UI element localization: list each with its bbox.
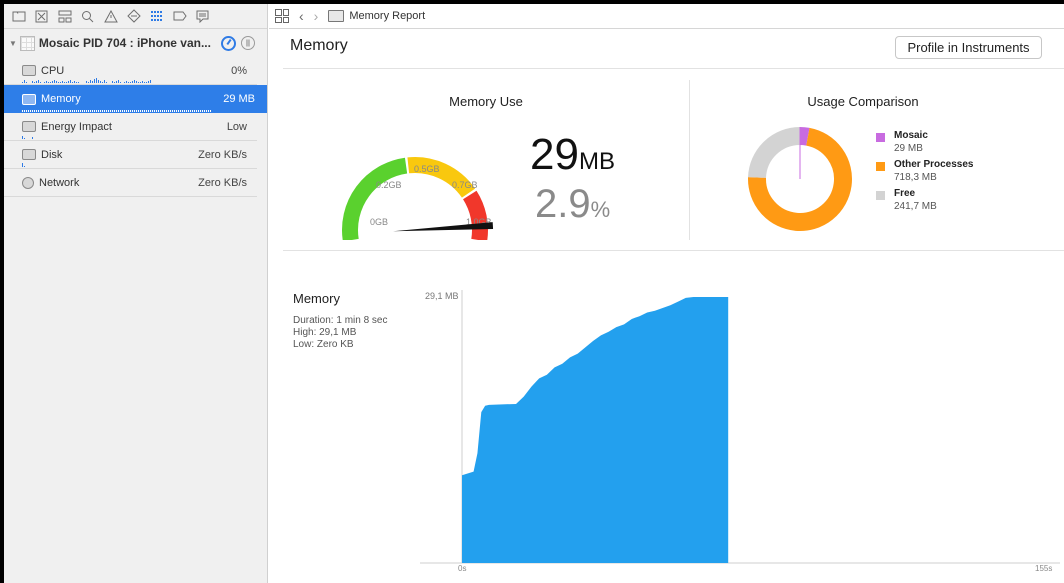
memory-use-title: Memory Use	[449, 94, 523, 109]
legend-swatch	[876, 191, 885, 200]
memory-percent: 2.9%	[535, 182, 610, 227]
report-icon[interactable]	[194, 8, 211, 25]
memory-area-chart	[420, 290, 1060, 564]
memory-chart-title: Memory	[293, 291, 340, 306]
energy-sparkline	[22, 133, 33, 139]
jump-bar: ‹ › Memory Report	[269, 4, 1064, 29]
gauge-label: Memory	[41, 93, 81, 105]
search-icon[interactable]	[79, 8, 96, 25]
legend-name: Free	[894, 188, 916, 199]
divider	[283, 68, 1064, 69]
usage-donut-chart	[748, 127, 852, 231]
gauge-value: Zero KB/s	[198, 148, 247, 161]
legend-swatch	[876, 133, 885, 142]
legend-item: Other Processes 718,3 MB	[876, 159, 974, 183]
legend-swatch	[876, 162, 885, 171]
breadcrumb[interactable]: Memory Report	[349, 10, 425, 22]
gauge-tick-label: 0GB	[370, 217, 388, 227]
globe-icon	[22, 176, 34, 189]
gauge-network[interactable]: Network Zero KB/s	[4, 169, 257, 197]
usage-comparison-title: Usage Comparison	[807, 94, 919, 109]
folder-icon[interactable]	[10, 8, 27, 25]
back-arrow-icon[interactable]: ‹	[299, 8, 304, 24]
gauge-tick-label: 0.2GB	[376, 180, 402, 190]
memory-gauge: 0GB 0.2GB 0.5GB 0.7GB 1.0GB	[342, 157, 494, 240]
breakpoint-icon[interactable]	[171, 8, 188, 25]
gauge-value: Zero KB/s	[198, 176, 247, 189]
memory-series-area	[462, 297, 729, 563]
divider	[689, 80, 690, 240]
memory-percent-number: 2.9	[535, 182, 591, 226]
legend-name: Other Processes	[894, 159, 974, 170]
high-text: High: 29,1 MB	[293, 327, 357, 338]
gauge-label: Network	[39, 176, 80, 189]
debug-navigator: ▼ Mosaic PID 704 : iPhone van... || CPU …	[4, 4, 268, 583]
memory-percent-unit: %	[590, 197, 611, 222]
navigator-toolbar	[4, 4, 267, 29]
memory-value: 29MB	[530, 130, 615, 180]
gauge-disk[interactable]: Disk Zero KB/s	[4, 141, 257, 169]
related-items-icon[interactable]	[275, 9, 289, 23]
gauge-tick-label: 0.7GB	[452, 180, 478, 190]
gauge-tick-label: 0.5GB	[414, 164, 440, 174]
pause-icon[interactable]: ||	[240, 36, 255, 50]
legend-name: Mosaic	[894, 130, 928, 141]
gauge-arc-green	[342, 157, 408, 240]
memory-value-number: 29	[530, 130, 579, 179]
donut-slice-mosaic	[799, 127, 810, 146]
legend-value: 29 MB	[894, 143, 923, 154]
legend-item: Mosaic 29 MB	[876, 130, 974, 154]
gauge-value: 29 MB	[223, 93, 255, 105]
gauge-label: Energy Impact	[41, 120, 112, 133]
disk-sparkline	[22, 161, 25, 167]
report-folder-icon	[328, 10, 345, 22]
process-name: Mosaic PID 704 : iPhone van...	[38, 36, 211, 50]
process-row[interactable]: ▼ Mosaic PID 704 : iPhone van... ||	[4, 29, 267, 57]
donut-slice-free	[748, 127, 801, 179]
gauge-cpu[interactable]: CPU 0%	[4, 57, 257, 85]
source-control-icon[interactable]	[33, 8, 50, 25]
profile-in-instruments-button[interactable]: Profile in Instruments	[895, 36, 1042, 59]
symbol-icon[interactable]	[56, 8, 73, 25]
usage-legend: Mosaic 29 MB Other Processes 718,3 MB Free…	[876, 130, 974, 217]
test-icon[interactable]	[125, 8, 142, 25]
cpu-sparkline	[22, 77, 151, 83]
gauge-value: 0%	[231, 64, 247, 77]
page-title: Memory	[290, 37, 348, 54]
legend-value: 241,7 MB	[894, 201, 937, 212]
legend-item: Free 241,7 MB	[876, 188, 974, 212]
disclosure-triangle-icon[interactable]: ▼	[9, 39, 17, 48]
low-text: Low: Zero KB	[293, 339, 354, 350]
gauge-icon[interactable]	[220, 35, 236, 51]
gauge-energy[interactable]: Energy Impact Low	[4, 113, 257, 141]
divider	[283, 250, 1064, 251]
cpu-icon	[22, 65, 36, 76]
gauge-value: Low	[226, 120, 247, 133]
memory-value-unit: MB	[578, 148, 615, 175]
legend-value: 718,3 MB	[894, 172, 937, 183]
disk-icon	[22, 149, 36, 160]
duration-text: Duration: 1 min 8 sec	[293, 315, 388, 326]
forward-arrow-icon[interactable]: ›	[314, 8, 319, 24]
memory-sparkline	[22, 106, 211, 112]
battery-icon	[22, 121, 36, 132]
memory-chart-stats: Duration: 1 min 8 sec High: 29,1 MB Low:…	[293, 315, 388, 351]
gauge-label: Disk	[41, 148, 63, 161]
gauge-memory[interactable]: Memory 29 MB	[4, 85, 267, 113]
warning-icon[interactable]	[102, 8, 119, 25]
app-icon	[19, 35, 35, 51]
gauge-label: CPU	[41, 64, 65, 77]
memory-icon	[22, 93, 36, 105]
debug-gauges-icon[interactable]	[148, 8, 165, 25]
